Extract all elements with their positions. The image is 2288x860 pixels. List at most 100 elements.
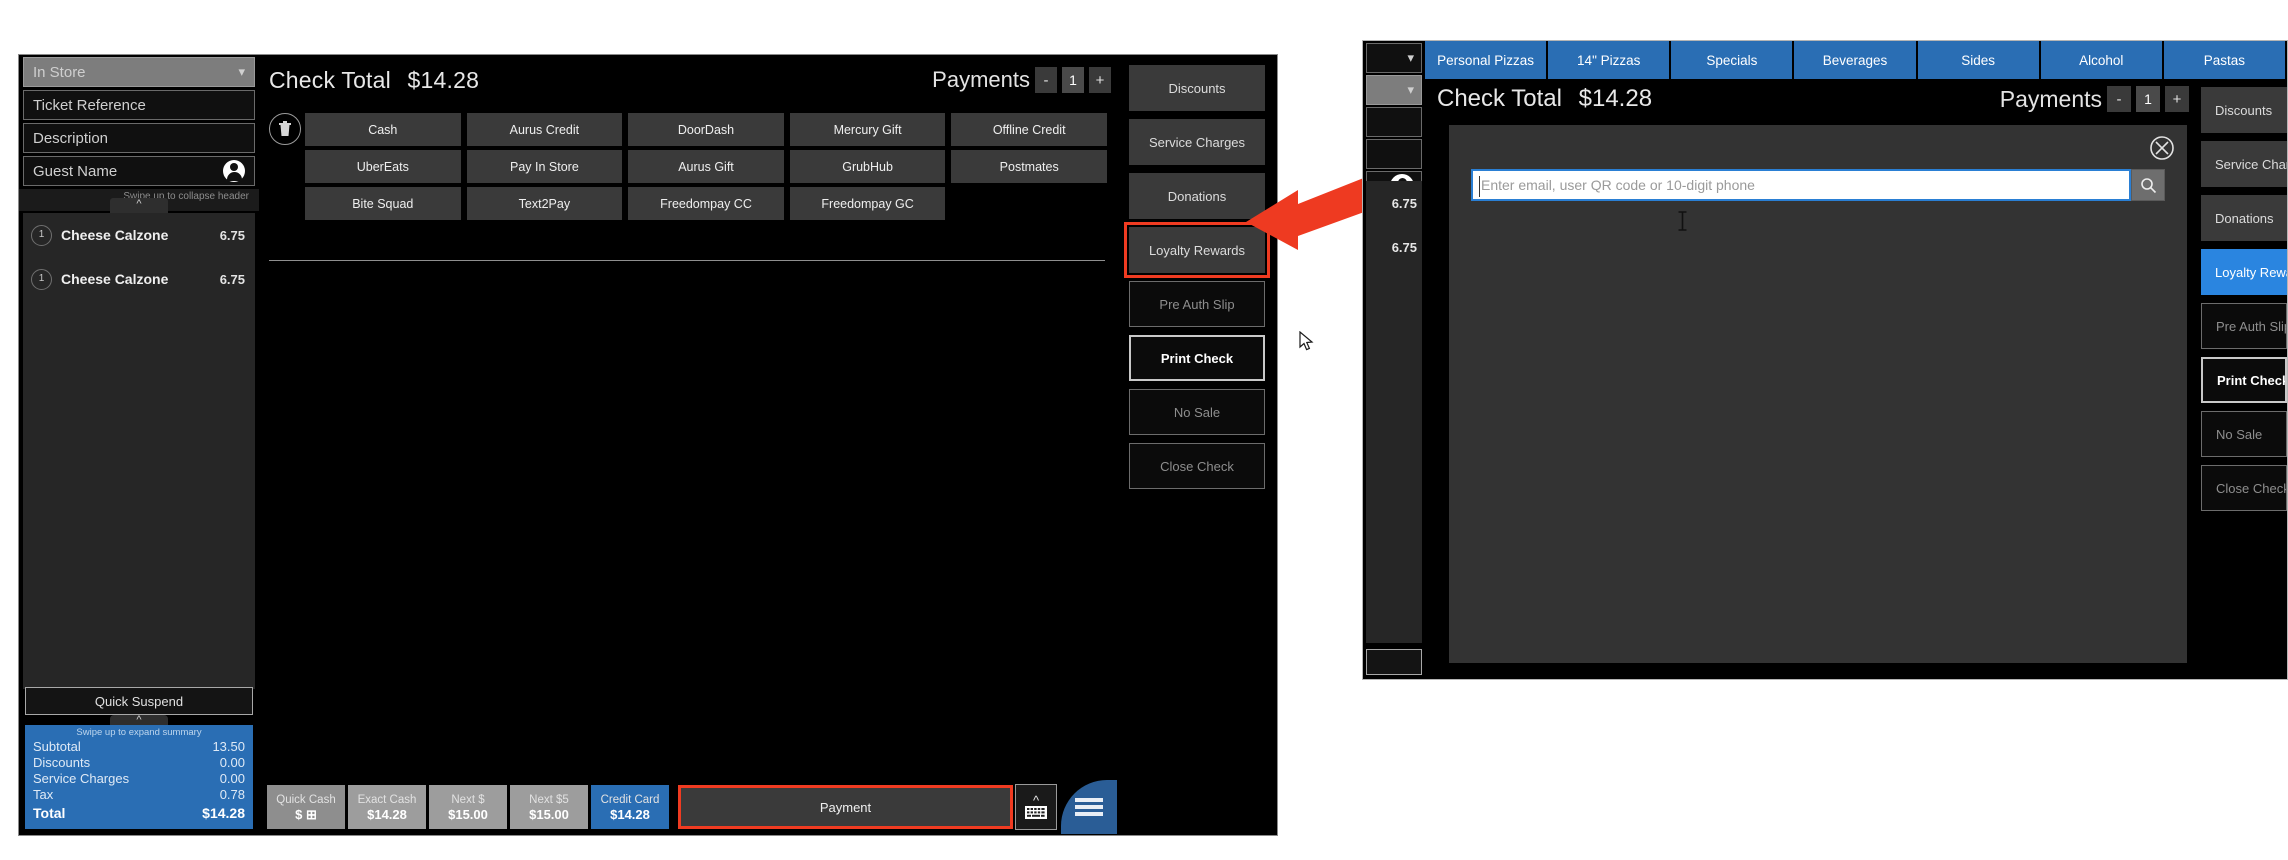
hamburger-menu-icon[interactable]	[1061, 780, 1117, 834]
tender-button-freedompay-gc[interactable]: Freedompay GC	[789, 187, 946, 220]
tender-button-cash[interactable]: Cash	[305, 113, 461, 146]
callout-check-total: Check Total $14.28	[1437, 85, 1652, 113]
callout-order-type-select[interactable]: ▾	[1366, 43, 1422, 73]
credit-card-label: Credit Card	[600, 793, 660, 806]
order-type-select[interactable]: In Store ▾	[23, 57, 255, 87]
tab-sides[interactable]: Sides	[1917, 41, 2041, 79]
service-charges-button[interactable]: Service Charges	[1129, 119, 1265, 165]
table-row[interactable]: 1 Cheese Calzone 6.75	[23, 213, 255, 257]
callout-ticket-reference-input[interactable]: ▾	[1366, 75, 1422, 105]
credit-card-value: $14.28	[610, 806, 650, 822]
close-check-button[interactable]: Close Check	[1129, 443, 1265, 489]
callout-quick-suspend-button[interactable]	[1366, 649, 1422, 675]
exact-cash-value: $14.28	[367, 806, 407, 822]
loyalty-rewards-button[interactable]: Loyalty Rewards	[1124, 222, 1270, 278]
loyalty-search-row: Enter email, user QR code or 10-digit ph…	[1471, 169, 2165, 201]
tender-button-aurus-gift[interactable]: Aurus Gift	[628, 150, 784, 183]
donations-button[interactable]: Donations	[1129, 173, 1265, 219]
summary-row-subtotal: Subtotal 13.50	[33, 739, 245, 755]
tender-button-pay-in-store[interactable]: Pay In Store	[466, 150, 623, 183]
summary-value: 13.50	[212, 739, 245, 754]
payment-button[interactable]: Payment	[678, 785, 1013, 829]
payments-decrement-button[interactable]: -	[1035, 67, 1057, 93]
trash-icon[interactable]	[269, 113, 301, 145]
list-item: 6.75	[1391, 239, 1417, 255]
loyalty-search-placeholder: Enter email, user QR code or 10-digit ph…	[1481, 177, 1755, 193]
callout-pre-auth-slip-button[interactable]: Pre Auth Slip	[2201, 303, 2287, 349]
chevron-up-icon: ^	[136, 198, 142, 210]
tender-button-postmates[interactable]: Postmates	[951, 150, 1107, 183]
callout-discounts-button[interactable]: Discounts	[2201, 87, 2287, 133]
summary-total-value: $14.28	[202, 805, 245, 821]
callout-close-check-button[interactable]: Close Check	[2201, 465, 2287, 511]
tab-14-pizzas[interactable]: 14" Pizzas	[1548, 41, 1672, 79]
quick-suspend-label: Quick Suspend	[94, 693, 184, 709]
item-name: Cheese Calzone	[61, 271, 169, 287]
summary-hint-text: Swipe up to expand summary	[76, 727, 202, 738]
menu-line	[1075, 805, 1103, 809]
summary-total-label: Total	[33, 805, 66, 821]
callout-payments-stepper: Payments - 1 +	[2000, 86, 2189, 113]
exact-cash-button[interactable]: Exact Cash $14.28	[348, 785, 426, 829]
person-icon[interactable]	[223, 160, 245, 182]
pre-auth-slip-button[interactable]: Pre Auth Slip	[1129, 281, 1265, 327]
chevron-down-icon: ▾	[238, 64, 245, 79]
callout-no-sale-button[interactable]: No Sale	[2201, 411, 2287, 457]
tab-beverages[interactable]: Beverages	[1794, 41, 1918, 79]
tender-button-doordash[interactable]: DoorDash	[628, 113, 784, 146]
divider	[269, 260, 1105, 261]
tab-personal-pizzas[interactable]: Personal Pizzas	[1425, 41, 1549, 79]
callout-payments-increment-button[interactable]: +	[2165, 86, 2189, 112]
callout-donations-button[interactable]: Donations	[2201, 195, 2287, 241]
callout-payments-decrement-button[interactable]: -	[2107, 86, 2131, 112]
tender-button-grubhub[interactable]: GrubHub	[789, 150, 946, 183]
description-input[interactable]: Description	[23, 123, 255, 153]
collapse-header-handle[interactable]: ^	[110, 198, 168, 214]
quick-suspend-button[interactable]: Quick Suspend	[25, 687, 253, 715]
item-quantity: 1	[31, 268, 52, 290]
keyboard-up-icon[interactable]: ^	[1015, 784, 1057, 830]
tender-button-text2pay[interactable]: Text2Pay	[466, 187, 623, 220]
menu-line	[1075, 798, 1103, 802]
next-dollar-button[interactable]: Next $ $15.00	[429, 785, 507, 829]
callout-guest-row[interactable]	[1366, 139, 1422, 169]
order-items-list[interactable]: 1 Cheese Calzone 6.75 1 Cheese Calzone 6…	[23, 213, 255, 689]
callout-description-input[interactable]	[1366, 107, 1422, 137]
callout-loyalty-rewards-button[interactable]: Loyalty Rewards	[2201, 249, 2287, 295]
guest-name-input[interactable]: Guest Name	[23, 156, 255, 186]
action-rail: Discounts Service Charges Donations Loya…	[1117, 55, 1277, 835]
tender-button-ubereats[interactable]: UberEats	[305, 150, 461, 183]
summary-value: 0.78	[219, 787, 245, 802]
loyalty-search-input[interactable]: Enter email, user QR code or 10-digit ph…	[1471, 169, 2131, 201]
tender-button-freedompay-cc[interactable]: Freedompay CC	[628, 187, 784, 220]
tender-button-bite-squad[interactable]: Bite Squad	[305, 187, 461, 220]
tab-specials[interactable]: Specials	[1671, 41, 1795, 79]
order-summary[interactable]: Swipe up to expand summary Subtotal 13.5…	[25, 725, 253, 829]
callout-items-list[interactable]: 6.75 6.75	[1366, 181, 1422, 643]
summary-value: 0.00	[219, 771, 245, 786]
quick-cash-button[interactable]: Quick Cash $ ⊞	[267, 785, 345, 829]
callout-service-charges-button[interactable]: Service Charges	[2201, 141, 2287, 187]
menu-line	[1075, 812, 1103, 816]
check-total-amount: $14.28	[407, 66, 480, 93]
tender-button-mercury-gift[interactable]: Mercury Gift	[789, 113, 946, 146]
callout-ticket-strip: ▾ ▾ 6.75 6.75	[1363, 41, 1425, 679]
no-sale-button[interactable]: No Sale	[1129, 389, 1265, 435]
tender-button-aurus-credit[interactable]: Aurus Credit	[466, 113, 623, 146]
ticket-reference-input[interactable]: Ticket Reference	[23, 90, 255, 120]
payments-count: 1	[1062, 67, 1084, 93]
check-total-label: Check Total	[269, 66, 391, 93]
print-check-button[interactable]: Print Check	[1129, 335, 1265, 381]
table-row[interactable]: 1 Cheese Calzone 6.75	[23, 257, 255, 301]
search-icon[interactable]	[2131, 169, 2165, 201]
callout-print-check-button[interactable]: Print Check	[2201, 357, 2287, 403]
close-circle-icon[interactable]	[2149, 135, 2175, 161]
credit-card-button[interactable]: Credit Card $14.28	[591, 785, 669, 829]
payments-increment-button[interactable]: +	[1089, 67, 1111, 93]
tab-alcohol[interactable]: Alcohol	[2040, 41, 2164, 79]
next-five-button[interactable]: Next $5 $15.00	[510, 785, 588, 829]
loyalty-rewards-label: Loyalty Rewards	[1148, 242, 1246, 258]
discounts-button[interactable]: Discounts	[1129, 65, 1265, 111]
tab-pastas[interactable]: Pastas	[2163, 41, 2287, 79]
tender-button-offline-credit[interactable]: Offline Credit	[951, 113, 1107, 146]
